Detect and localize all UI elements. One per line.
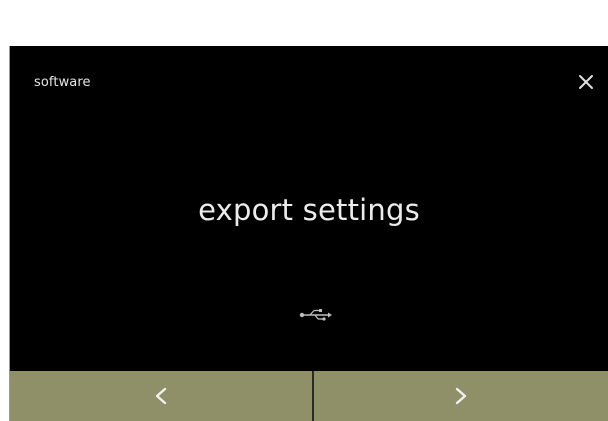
navigation-bar xyxy=(10,371,608,421)
close-icon xyxy=(579,75,593,89)
usb-icon xyxy=(299,308,333,322)
page: software export settings xyxy=(0,0,608,421)
page-heading: export settings xyxy=(198,193,420,227)
close-button[interactable] xyxy=(572,68,600,96)
next-button[interactable] xyxy=(314,371,608,421)
screen-title: software xyxy=(34,75,91,90)
chevron-right-icon xyxy=(455,387,467,405)
previous-button[interactable] xyxy=(10,371,312,421)
chevron-left-icon xyxy=(155,387,167,405)
device-screen: software export settings xyxy=(10,46,608,371)
